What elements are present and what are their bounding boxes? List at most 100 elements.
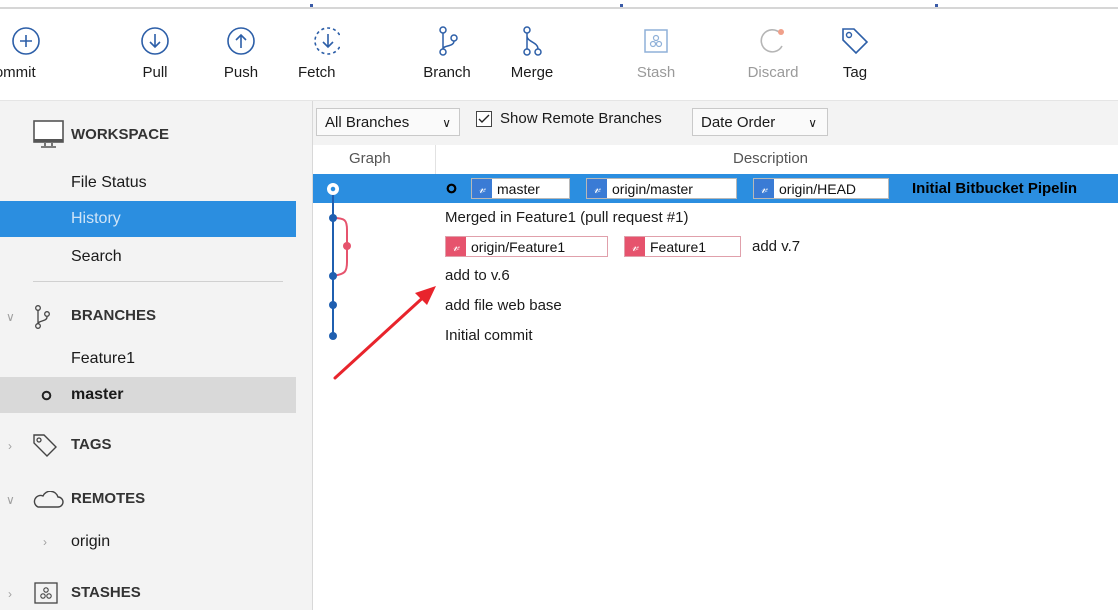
annotation-arrow-icon <box>333 286 436 380</box>
merge-icon <box>523 26 542 56</box>
sidebar-section-remotes[interactable]: ∨ REMOTES <box>0 479 300 519</box>
branch-icon: 𝓋 <box>472 179 492 198</box>
tag-icon <box>33 434 57 457</box>
monitor-icon <box>33 120 64 148</box>
commit-label: Commit <box>0 64 36 81</box>
description-column-header[interactable]: Description <box>733 150 808 167</box>
branch-tag-master[interactable]: 𝓋 master <box>471 178 570 199</box>
sidebar-item-search[interactable]: Search <box>0 239 296 275</box>
sidebar-item-remote-origin[interactable]: › origin <box>0 524 296 560</box>
discard-button[interactable]: Discard <box>740 24 806 81</box>
branch-master-label: master <box>71 386 124 403</box>
sidebar-item-branch-master[interactable]: master <box>0 377 296 413</box>
stash-label: Stash <box>636 64 676 81</box>
window-top-edge <box>0 0 1118 9</box>
chevron-right-icon: › <box>8 587 12 601</box>
column-header: Graph Description <box>313 145 1118 175</box>
sidebar-section-tags[interactable]: › TAGS <box>0 425 300 465</box>
arrow-up-circle-icon <box>227 27 255 55</box>
workspace-label: WORKSPACE <box>71 126 170 143</box>
branch-label: Branch <box>423 64 471 81</box>
show-remote-checkbox[interactable] <box>476 111 492 127</box>
show-remote-label: Show Remote Branches <box>500 110 662 127</box>
fetch-label: Fetch <box>298 64 336 81</box>
checkmark-icon <box>478 114 490 123</box>
discard-label: Discard <box>747 64 799 81</box>
chevron-right-icon: › <box>43 535 47 549</box>
commit-button[interactable]: Commit <box>0 24 58 81</box>
branch-tag-origin-master[interactable]: 𝓋 origin/master <box>586 178 737 199</box>
merge-button[interactable]: Merge <box>500 24 564 81</box>
stash-box-icon <box>644 29 668 53</box>
top-marker <box>935 4 938 7</box>
top-marker <box>620 4 623 7</box>
cloud-icon <box>33 491 64 508</box>
branch-feature1-label: Feature1 <box>71 350 136 367</box>
branch-icon <box>35 305 50 329</box>
branch-button[interactable]: Branch <box>415 24 479 81</box>
order-dropdown-value: Date Order <box>701 114 776 131</box>
current-branch-icon <box>41 390 52 401</box>
commit-message: Initial commit <box>445 327 533 344</box>
tag-label: origin/Feature1 <box>471 239 566 255</box>
sidebar-section-stashes[interactable]: › STASHES <box>0 573 300 613</box>
tag-label: Feature1 <box>650 239 707 255</box>
sidebar-item-branch-feature1[interactable]: Feature1 <box>0 341 296 377</box>
branch-icon: 𝓋 <box>754 179 774 198</box>
file-status-label: File Status <box>71 174 147 191</box>
sidebar-item-file-status[interactable]: File Status <box>0 165 296 201</box>
history-label: History <box>71 210 121 227</box>
stash-button[interactable]: Stash <box>628 24 684 81</box>
branch-tag-origin-feature1[interactable]: 𝓋 origin/Feature1 <box>445 236 608 257</box>
chevron-down-icon: ∨ <box>6 310 15 324</box>
commit-message: Initial Bitbucket Pipelin <box>912 180 1078 197</box>
sidebar: WORKSPACE File Status History Search ∨ B… <box>0 101 313 610</box>
branch-tag-origin-head[interactable]: 𝓋 origin/HEAD <box>753 178 889 199</box>
push-button[interactable]: Push <box>216 24 266 81</box>
chevron-down-icon: ∨ <box>6 493 15 507</box>
origin-label: origin <box>71 533 111 550</box>
branch-icon: 𝓋 <box>625 237 645 256</box>
plus-circle-icon <box>12 27 40 55</box>
tags-label: TAGS <box>71 436 112 453</box>
merge-label: Merge <box>510 64 554 81</box>
search-label: Search <box>71 248 122 265</box>
chevron-right-icon: › <box>8 439 12 453</box>
branches-dropdown[interactable]: All Branches ∨ <box>316 108 460 136</box>
pull-button[interactable]: Pull <box>130 24 180 81</box>
pull-label: Pull <box>142 64 168 81</box>
branches-dropdown-value: All Branches <box>325 114 410 131</box>
tag-label: Tag <box>842 64 868 81</box>
remotes-label: REMOTES <box>71 490 146 507</box>
commit-message: add file web base <box>445 297 562 314</box>
column-separator[interactable] <box>435 145 436 174</box>
fetch-dashed-circle-icon <box>314 27 340 55</box>
branch-tag-feature1[interactable]: 𝓋 Feature1 <box>624 236 741 257</box>
graph-column-header[interactable]: Graph <box>349 150 391 167</box>
tag-icon <box>842 28 869 55</box>
chevron-down-icon: ∨ <box>442 116 451 130</box>
discard-icon <box>760 29 784 53</box>
fetch-button[interactable]: Fetch <box>298 24 348 81</box>
branch-icon <box>439 26 458 56</box>
toolbar: Commit Pull Push Fetch Branch <box>0 11 1118 100</box>
sidebar-section-branches[interactable]: ∨ BRANCHES <box>0 296 300 336</box>
commit-message: add v.7 <box>752 238 801 255</box>
commit-message: add to v.6 <box>445 267 510 284</box>
current-branch-icon <box>446 183 457 194</box>
tag-label: master <box>497 181 540 197</box>
order-dropdown[interactable]: Date Order ∨ <box>692 108 828 136</box>
top-marker <box>310 4 313 7</box>
branches-label: BRANCHES <box>71 307 157 324</box>
push-label: Push <box>223 64 259 81</box>
branch-icon: 𝓋 <box>587 179 607 198</box>
sidebar-divider <box>33 281 283 282</box>
tag-label: origin/HEAD <box>779 181 857 197</box>
stash-box-icon <box>34 582 58 604</box>
commit-message: Merged in Feature1 (pull request #1) <box>445 209 689 226</box>
tag-button[interactable]: Tag <box>833 24 877 81</box>
sidebar-section-workspace[interactable]: WORKSPACE <box>0 115 300 155</box>
stashes-label: STASHES <box>71 584 141 601</box>
sidebar-item-history[interactable]: History <box>0 201 296 237</box>
history-panel: All Branches ∨ Show Remote Branches Date… <box>313 101 1118 610</box>
